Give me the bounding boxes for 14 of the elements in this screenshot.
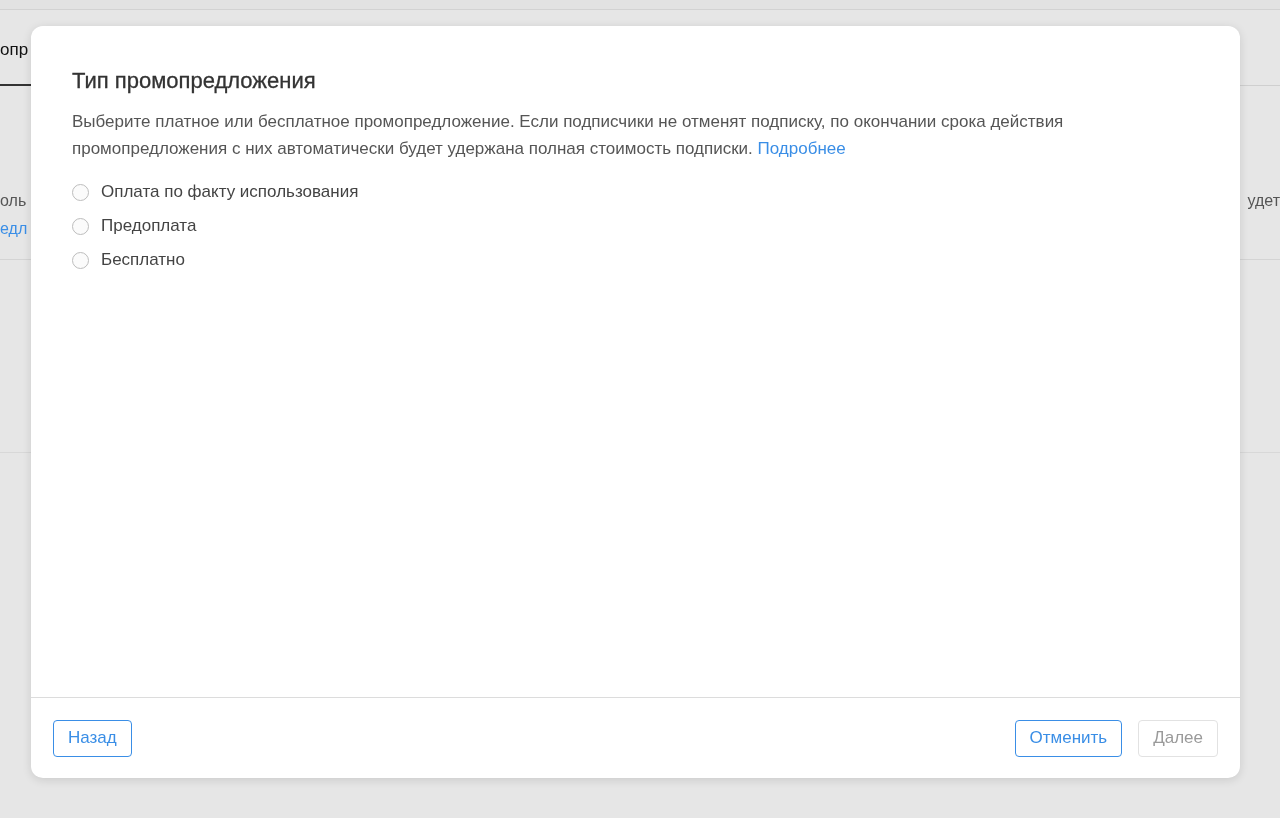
option-label: Предоплата (101, 216, 197, 236)
dialog-description: Выберите платное или бесплатное промопредложение. Если подписчики не отменят подписку, по окончании срока действия промопредложения с них автоматически будет удержана полная стоимость подписки. Подробнее (72, 111, 1065, 160)
text-fragment: удет (1247, 191, 1280, 211)
option-label: Бесплатно (101, 250, 185, 270)
more-link[interactable]: Подробнее (757, 139, 846, 158)
radio-button[interactable] (72, 217, 89, 235)
dialog-title: Тип промопредложения (72, 68, 317, 94)
link[interactable]: едл (0, 218, 28, 240)
cancel-button[interactable]: Отменить (1014, 719, 1123, 757)
option-label: Оплата по факту использования (101, 182, 359, 202)
back-button[interactable]: Назад (53, 719, 132, 757)
radio-button[interactable] (72, 251, 89, 269)
radio-button[interactable] (72, 183, 89, 201)
text-fragment: оль (0, 191, 27, 211)
